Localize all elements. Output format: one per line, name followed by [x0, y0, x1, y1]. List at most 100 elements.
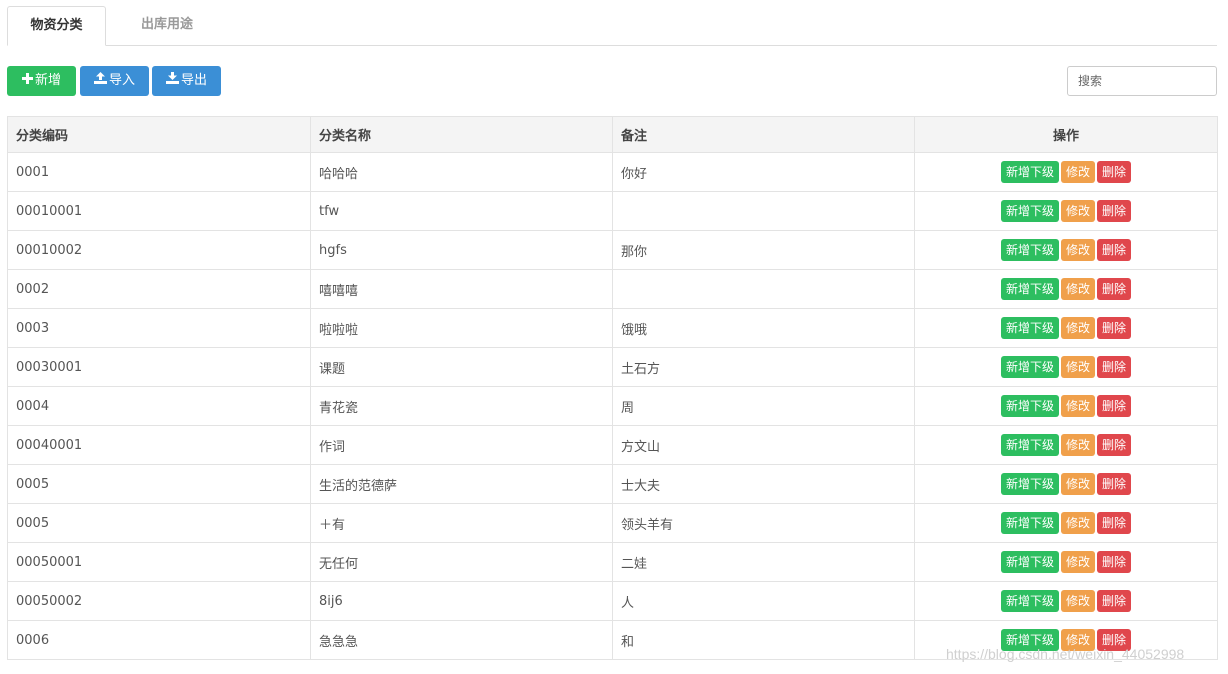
- delete-button[interactable]: 删除: [1097, 395, 1132, 417]
- tab-material-category[interactable]: 物资分类: [7, 6, 106, 46]
- cell-category-name: hgfs: [310, 230, 613, 270]
- add-child-button[interactable]: 新增下级: [1000, 512, 1059, 534]
- edit-button[interactable]: 修改: [1060, 239, 1095, 261]
- cell-remark: 土石方: [612, 347, 915, 387]
- cell-category-code: 0005: [7, 464, 311, 504]
- delete-button[interactable]: 删除: [1097, 239, 1132, 261]
- add-child-button[interactable]: 新增下级: [1000, 239, 1059, 261]
- header-category-name: 分类名称: [310, 116, 613, 153]
- cell-remark: 领头羊有: [612, 503, 915, 543]
- edit-button[interactable]: 修改: [1060, 590, 1095, 612]
- cell-category-name: 哈哈哈: [310, 152, 613, 192]
- delete-button[interactable]: 删除: [1097, 512, 1132, 534]
- download-icon: [165, 66, 179, 96]
- cell-remark: [612, 269, 915, 309]
- cell-operations: 新增下级 修改 删除: [914, 269, 1218, 309]
- cell-category-code: 00010001: [7, 191, 311, 231]
- add-button[interactable]: 新增: [7, 66, 76, 96]
- category-table: 分类编码 分类名称 备注 操作 0001 哈哈哈 你好 新增下级 修改 删除 0001000…: [7, 116, 1218, 660]
- cell-category-code: 0003: [7, 308, 311, 348]
- edit-button[interactable]: 修改: [1060, 395, 1095, 417]
- delete-button[interactable]: 删除: [1097, 317, 1132, 339]
- cell-remark: 你好: [612, 152, 915, 192]
- add-child-button[interactable]: 新增下级: [1000, 551, 1059, 573]
- cell-category-name: 8ij6: [310, 581, 613, 621]
- edit-button[interactable]: 修改: [1060, 317, 1095, 339]
- export-button[interactable]: 导出: [152, 66, 221, 96]
- header-operations: 操作: [914, 116, 1218, 153]
- tab-outbound-usage[interactable]: 出库用途: [115, 6, 219, 46]
- table-row: 0005 ＋有 领头羊有 新增下级 修改 删除: [7, 503, 1218, 543]
- watermark: https://blog.csdn.net/weixin_44052998: [946, 646, 1185, 662]
- plus-icon: [21, 66, 33, 96]
- cell-remark: 人: [612, 581, 915, 621]
- delete-button[interactable]: 删除: [1097, 551, 1132, 573]
- cell-remark: 士大夫: [612, 464, 915, 504]
- search-input[interactable]: [1067, 66, 1217, 96]
- cell-operations: 新增下级 修改 删除: [914, 542, 1218, 582]
- edit-button[interactable]: 修改: [1060, 512, 1095, 534]
- add-child-button[interactable]: 新增下级: [1000, 200, 1059, 222]
- add-child-button[interactable]: 新增下级: [1000, 278, 1059, 300]
- add-button-label: 新增: [34, 73, 61, 88]
- cell-category-name: 作词: [310, 425, 613, 465]
- edit-button[interactable]: 修改: [1060, 434, 1095, 456]
- add-child-button[interactable]: 新增下级: [1000, 317, 1059, 339]
- cell-category-name: 青花瓷: [310, 386, 613, 426]
- table-row: 0004 青花瓷周 新增下级 修改 删除: [7, 386, 1218, 426]
- table-row: 0003 啦啦啦 饿哦 新增下级 修改 删除: [7, 308, 1218, 348]
- delete-button[interactable]: 删除: [1097, 590, 1132, 612]
- table-row: 0002 嘻嘻嘻 新增下级 修改 删除: [7, 269, 1218, 309]
- delete-button[interactable]: 删除: [1097, 473, 1132, 495]
- cell-operations: 新增下级 修改 删除: [914, 152, 1218, 192]
- table-row: 0001 哈哈哈 你好 新增下级 修改 删除: [7, 152, 1218, 192]
- cell-remark: 饿哦: [612, 308, 915, 348]
- cell-category-name: 课题: [310, 347, 613, 387]
- add-child-button[interactable]: 新增下级: [1000, 434, 1059, 456]
- cell-operations: 新增下级 修改 删除: [914, 425, 1218, 465]
- cell-operations: 新增下级 修改 删除: [914, 581, 1218, 621]
- cell-category-code: 0002: [7, 269, 311, 309]
- edit-button[interactable]: 修改: [1060, 473, 1095, 495]
- cell-category-code: 0001: [7, 152, 311, 192]
- cell-category-code: 0004: [7, 386, 311, 426]
- header-remark: 备注: [612, 116, 915, 153]
- add-child-button[interactable]: 新增下级: [1000, 473, 1059, 495]
- edit-button[interactable]: 修改: [1060, 161, 1095, 183]
- edit-button[interactable]: 修改: [1060, 200, 1095, 222]
- cell-category-code: 00010002: [7, 230, 311, 270]
- edit-button[interactable]: 修改: [1060, 356, 1095, 378]
- table-row: 00050002 8ij6 人新增下级 修改 删除: [7, 581, 1218, 621]
- upload-icon: [93, 66, 107, 96]
- add-child-button[interactable]: 新增下级: [1000, 161, 1059, 183]
- cell-operations: 新增下级 修改 删除: [914, 191, 1218, 231]
- cell-remark: 和: [612, 620, 915, 660]
- cell-category-name: ＋有: [310, 503, 613, 543]
- cell-category-name: tfw: [310, 191, 613, 231]
- add-child-button[interactable]: 新增下级: [1000, 590, 1059, 612]
- delete-button[interactable]: 删除: [1097, 278, 1132, 300]
- cell-operations: 新增下级 修改 删除: [914, 308, 1218, 348]
- cell-category-name: 啦啦啦: [310, 308, 613, 348]
- delete-button[interactable]: 删除: [1097, 434, 1132, 456]
- cell-category-name: 无任何: [310, 542, 613, 582]
- add-child-button[interactable]: 新增下级: [1000, 395, 1059, 417]
- table-row: 00010001 tfw 新增下级 修改 删除: [7, 191, 1218, 231]
- table-row: 0005 生活的范德萨 士大夫 新增下级 修改 删除: [7, 464, 1218, 504]
- cell-category-code: 00040001: [7, 425, 311, 465]
- delete-button[interactable]: 删除: [1097, 161, 1132, 183]
- edit-button[interactable]: 修改: [1060, 551, 1095, 573]
- add-child-button[interactable]: 新增下级: [1000, 356, 1059, 378]
- import-button[interactable]: 导入: [80, 66, 149, 96]
- edit-button[interactable]: 修改: [1060, 278, 1095, 300]
- table-header-row: 分类编码 分类名称 备注 操作: [7, 116, 1218, 153]
- cell-category-name: 急急急: [310, 620, 613, 660]
- table-row: 00050001 无任何 二娃 新增下级 修改 删除: [7, 542, 1218, 582]
- delete-button[interactable]: 删除: [1097, 200, 1132, 222]
- cell-remark: 方文山: [612, 425, 915, 465]
- cell-remark: 周: [612, 386, 915, 426]
- cell-category-name: 嘻嘻嘻: [310, 269, 613, 309]
- delete-button[interactable]: 删除: [1097, 356, 1132, 378]
- cell-operations: 新增下级 修改 删除: [914, 347, 1218, 387]
- header-category-code: 分类编码: [7, 116, 311, 153]
